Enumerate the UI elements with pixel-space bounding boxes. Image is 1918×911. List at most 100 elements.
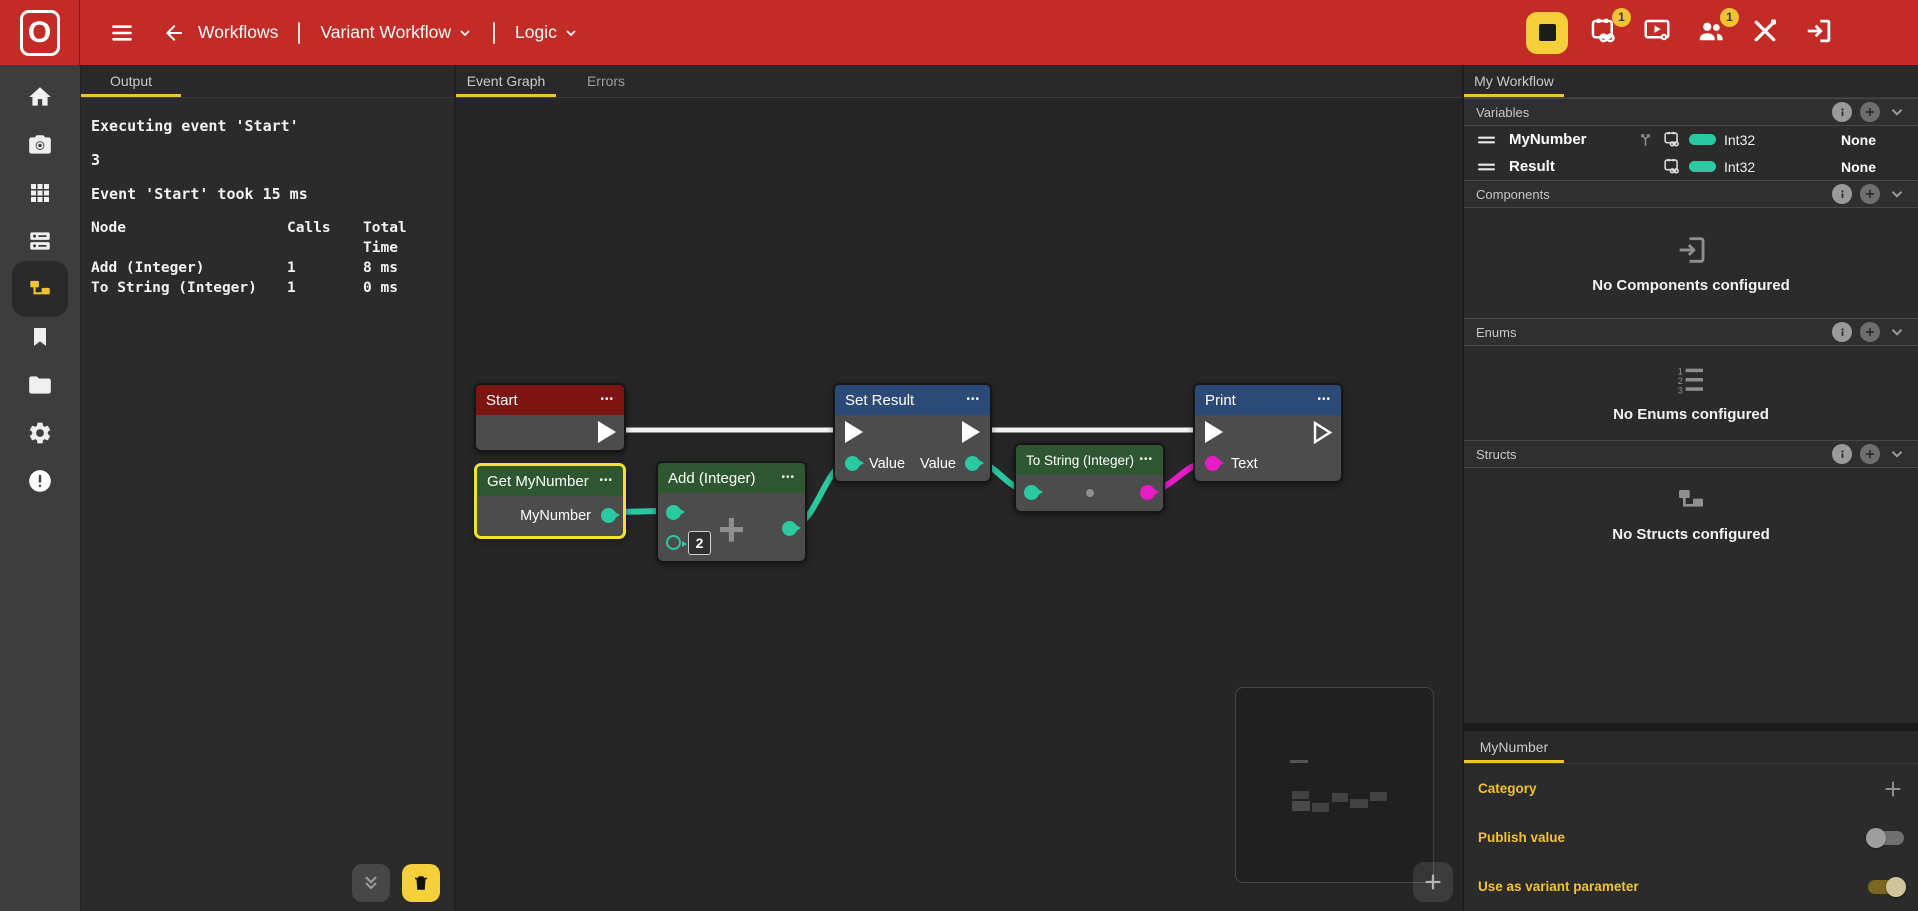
stop-icon <box>1539 24 1556 41</box>
string-input-port[interactable] <box>1205 456 1220 471</box>
section-label: Structs <box>1476 447 1516 462</box>
exec-output-pin-hollow[interactable] <box>1313 421 1333 444</box>
back-icon[interactable] <box>156 13 192 53</box>
tab-my-workflow[interactable]: My Workflow <box>1464 65 1564 97</box>
variant-parameter-toggle[interactable] <box>1868 880 1904 894</box>
col-header-calls: Calls <box>287 218 363 258</box>
string-output-port[interactable] <box>1140 485 1155 500</box>
node-menu-icon[interactable]: ••• <box>966 395 980 405</box>
int-input-port-1[interactable] <box>666 505 681 520</box>
scroll-to-bottom-button[interactable] <box>352 864 390 902</box>
add-icon[interactable] <box>1860 322 1880 342</box>
node-add-integer[interactable]: Add (Integer) ••• 2 + <box>656 461 807 563</box>
exec-input-pin[interactable] <box>845 421 863 443</box>
info-icon[interactable] <box>1832 184 1852 204</box>
collapse-chevron-icon[interactable] <box>1888 185 1906 203</box>
int-input-port-2[interactable] <box>666 535 681 550</box>
exec-input-pin[interactable] <box>1205 421 1223 443</box>
int-output-port[interactable] <box>965 456 980 471</box>
clear-output-button[interactable] <box>402 864 440 902</box>
variant-parameter-label: Use as variant parameter <box>1478 879 1639 894</box>
tab-mynumber[interactable]: MyNumber <box>1464 731 1564 763</box>
node-menu-icon[interactable]: ••• <box>781 473 795 483</box>
add-icon[interactable] <box>1860 444 1880 464</box>
exec-output-pin[interactable] <box>962 421 980 443</box>
variable-name: Result <box>1509 158 1637 175</box>
add-category-button[interactable] <box>1882 778 1904 800</box>
sidebar-settings-icon[interactable] <box>12 409 68 457</box>
sidebar-home-icon[interactable] <box>12 73 68 121</box>
node-menu-icon[interactable]: ••• <box>600 395 614 405</box>
node-graph[interactable]: Start ••• Get MyNumber ••• MyNumber Add … <box>456 98 1462 911</box>
screen-settings-icon[interactable] <box>1642 16 1676 50</box>
output-tabstrip: Output <box>81 65 454 98</box>
sidebar-servers-icon[interactable] <box>12 217 68 265</box>
int-output-port[interactable] <box>782 521 797 536</box>
breadcrumb-workflows[interactable]: Workflows <box>198 22 278 43</box>
toggle-knob <box>1886 877 1906 897</box>
exec-output-pin[interactable] <box>598 421 616 443</box>
structs-empty-state: No Structs configured <box>1464 468 1918 723</box>
collapse-chevron-icon[interactable] <box>1888 445 1906 463</box>
sidebar-bookmark-icon[interactable] <box>12 313 68 361</box>
node-title: Set Result <box>845 392 914 409</box>
stop-button[interactable] <box>1526 12 1568 54</box>
section-label: Variables <box>1476 105 1529 120</box>
plus-icon <box>1882 778 1904 800</box>
section-label: Components <box>1476 187 1550 202</box>
node-get-mynumber[interactable]: Get MyNumber ••• MyNumber <box>474 463 626 539</box>
add-icon[interactable] <box>1860 102 1880 122</box>
exit-icon[interactable] <box>1804 16 1838 50</box>
node-set-result[interactable]: Set Result ••• Value Value <box>833 383 992 483</box>
app-logo[interactable]: O <box>0 0 80 65</box>
workflow-selector[interactable]: Variant Workflow <box>320 22 473 43</box>
tab-event-graph[interactable]: Event Graph <box>456 65 556 97</box>
node-print[interactable]: Print ••• Text <box>1193 383 1343 483</box>
minimap[interactable] <box>1235 687 1434 883</box>
add-icon[interactable] <box>1860 184 1880 204</box>
drag-handle-icon[interactable] <box>1478 134 1495 146</box>
input-value-field[interactable]: 2 <box>688 531 711 555</box>
int-output-port[interactable] <box>601 508 616 523</box>
info-icon[interactable] <box>1832 102 1852 122</box>
variable-type: Int32 <box>1724 159 1755 175</box>
toggle-knob <box>1866 828 1886 848</box>
tools-icon[interactable] <box>1750 16 1784 50</box>
node-menu-icon[interactable]: ••• <box>1317 395 1331 405</box>
node-start[interactable]: Start ••• <box>474 383 626 452</box>
minimap-node <box>1292 791 1309 799</box>
sidebar-workflows-icon[interactable] <box>12 261 68 317</box>
sidebar-folder-icon[interactable] <box>12 361 68 409</box>
collapse-chevron-icon[interactable] <box>1888 103 1906 121</box>
structs-icon <box>1675 484 1707 516</box>
info-icon[interactable] <box>1832 322 1852 342</box>
node-to-string-header: To String (Integer) ••• <box>1016 445 1163 475</box>
sidebar-alerts-icon[interactable] <box>12 457 68 505</box>
int-input-port[interactable] <box>1024 485 1039 500</box>
graph-canvas[interactable]: Event Graph Errors Start ••• Get MyNumbe… <box>455 65 1463 911</box>
node-to-string[interactable]: To String (Integer) ••• <box>1014 443 1165 513</box>
variable-name: MyNumber <box>1509 131 1637 148</box>
node-title: Start <box>486 392 518 409</box>
add-node-button[interactable] <box>1413 862 1453 902</box>
tab-errors[interactable]: Errors <box>556 65 656 97</box>
sidebar-apps-icon[interactable] <box>12 169 68 217</box>
node-body-dot <box>1086 489 1094 497</box>
variable-row-result[interactable]: Result Int32 None <box>1464 153 1918 180</box>
int-input-port[interactable] <box>845 456 860 471</box>
collapse-chevron-icon[interactable] <box>1888 323 1906 341</box>
collaborators-icon[interactable]: 1 <box>1696 16 1730 50</box>
tab-output[interactable]: Output <box>81 65 181 97</box>
node-menu-icon[interactable]: ••• <box>1139 455 1153 465</box>
components-empty-state: No Components configured <box>1464 208 1918 318</box>
sidebar-camera-icon[interactable] <box>12 121 68 169</box>
drag-handle-icon[interactable] <box>1478 161 1495 173</box>
node-get-mynumber-header: Get MyNumber ••• <box>477 466 623 496</box>
node-menu-icon[interactable]: ••• <box>599 476 613 486</box>
info-icon[interactable] <box>1832 444 1852 464</box>
versions-icon[interactable]: 1 <box>1588 16 1622 50</box>
variable-row-mynumber[interactable]: MyNumber Int32 None <box>1464 126 1918 153</box>
hamburger-menu-icon[interactable] <box>102 13 142 53</box>
publish-value-toggle[interactable] <box>1868 831 1904 845</box>
tab-selector[interactable]: Logic <box>515 22 579 43</box>
